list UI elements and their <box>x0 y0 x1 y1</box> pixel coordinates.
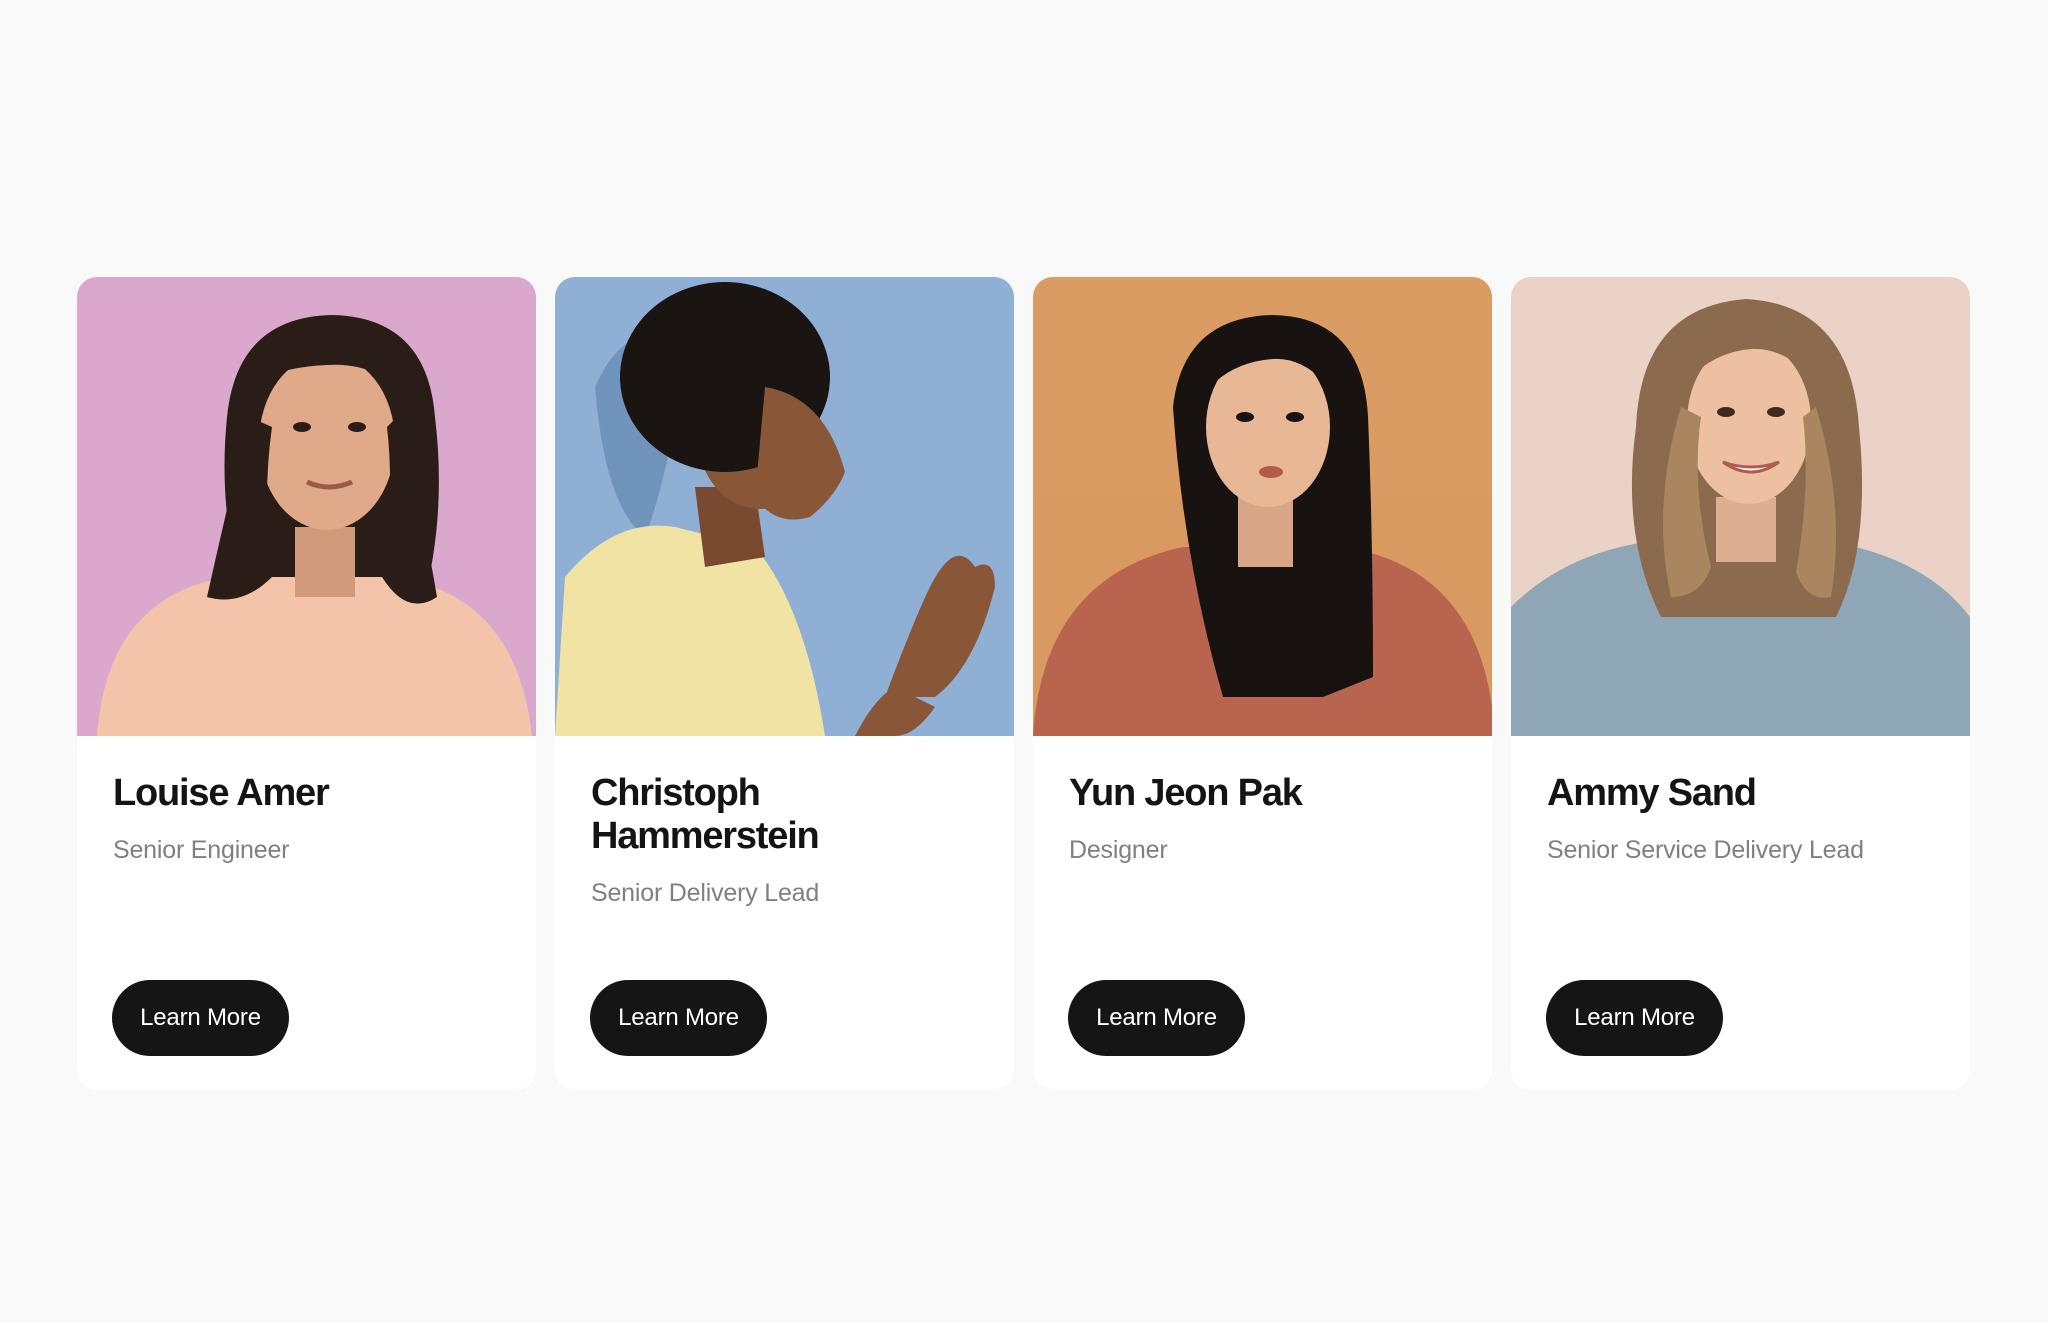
team-card-list: Louise Amer Senior Engineer Learn More C… <box>77 277 1970 1090</box>
portrait-man-blue-icon <box>555 277 1014 736</box>
card-info: Ammy Sand Senior Service Delivery Lead <box>1511 736 1970 865</box>
portrait-photo <box>1033 277 1492 736</box>
member-role: Senior Engineer <box>113 836 290 864</box>
member-name: Yun Jeon Pak <box>1069 772 1303 814</box>
portrait-photo <box>555 277 1014 736</box>
learn-more-button[interactable]: Learn More <box>112 980 289 1056</box>
team-card-ammy-sand: Ammy Sand Senior Service Delivery Lead L… <box>1511 277 1970 1090</box>
learn-more-button[interactable]: Learn More <box>1068 980 1245 1056</box>
member-name: Louise Amer <box>113 772 330 814</box>
team-card-christoph-hammerstein: Christoph Hammerstein Senior Delivery Le… <box>555 277 1014 1090</box>
portrait-photo <box>77 277 536 736</box>
team-section: Louise Amer Senior Engineer Learn More C… <box>0 0 2048 1323</box>
card-info: Christoph Hammerstein Senior Delivery Le… <box>555 736 1014 908</box>
learn-more-button[interactable]: Learn More <box>590 980 767 1056</box>
portrait-photo <box>1511 277 1970 736</box>
member-name: Ammy Sand <box>1547 772 1757 814</box>
team-card-louise-amer: Louise Amer Senior Engineer Learn More <box>77 277 536 1090</box>
member-role: Designer <box>1069 836 1168 864</box>
member-role: Senior Service Delivery Lead <box>1547 836 1864 864</box>
learn-more-button[interactable]: Learn More <box>1546 980 1723 1056</box>
card-info: Yun Jeon Pak Designer <box>1033 736 1492 865</box>
team-card-yun-jeon-pak: Yun Jeon Pak Designer Learn More <box>1033 277 1492 1090</box>
member-role: Senior Delivery Lead <box>591 879 820 907</box>
portrait-woman-beige-icon <box>1511 277 1970 736</box>
member-name: Christoph Hammerstein <box>591 772 820 857</box>
card-info: Louise Amer Senior Engineer <box>77 736 536 865</box>
portrait-woman-orange-icon <box>1033 277 1492 736</box>
portrait-woman-pink-icon <box>77 277 536 736</box>
